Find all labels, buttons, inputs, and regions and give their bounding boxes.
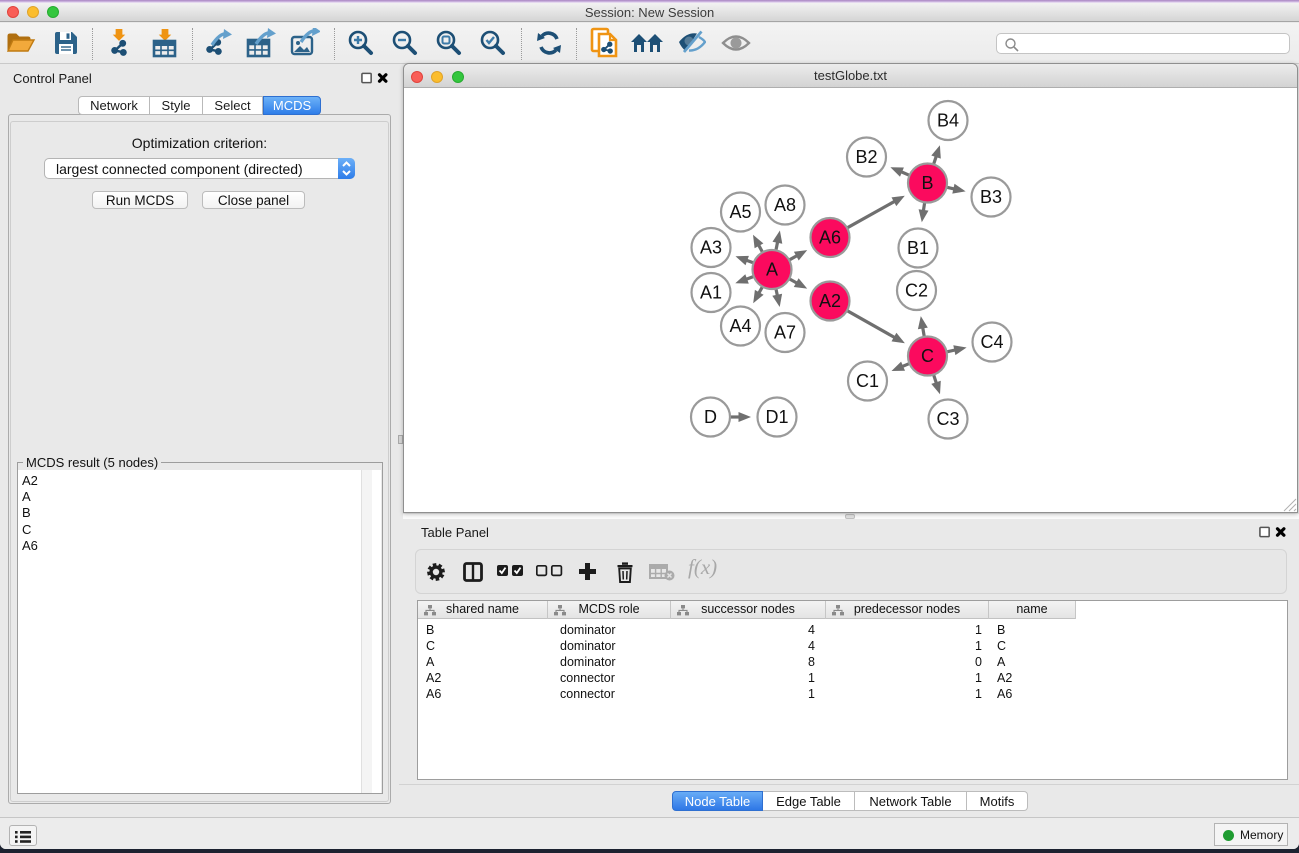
svg-text:A5: A5 xyxy=(729,202,751,222)
svg-text:C: C xyxy=(921,346,934,366)
svg-text:C1: C1 xyxy=(856,371,879,391)
svg-text:A6: A6 xyxy=(819,228,841,248)
svg-text:C3: C3 xyxy=(936,409,959,429)
svg-text:B2: B2 xyxy=(855,147,877,167)
svg-text:A2: A2 xyxy=(819,291,841,311)
svg-text:C2: C2 xyxy=(905,281,928,301)
svg-text:B1: B1 xyxy=(907,238,929,258)
svg-text:B4: B4 xyxy=(937,111,959,131)
svg-text:C4: C4 xyxy=(980,332,1003,352)
svg-text:B: B xyxy=(921,173,933,193)
svg-text:B3: B3 xyxy=(980,187,1002,207)
svg-text:A4: A4 xyxy=(729,316,751,336)
svg-text:A8: A8 xyxy=(774,195,796,215)
svg-text:A: A xyxy=(766,260,778,280)
svg-text:D: D xyxy=(704,407,717,427)
svg-text:A3: A3 xyxy=(700,238,722,258)
svg-text:A7: A7 xyxy=(774,323,796,343)
svg-text:D1: D1 xyxy=(765,407,788,427)
svg-text:A1: A1 xyxy=(700,283,722,303)
